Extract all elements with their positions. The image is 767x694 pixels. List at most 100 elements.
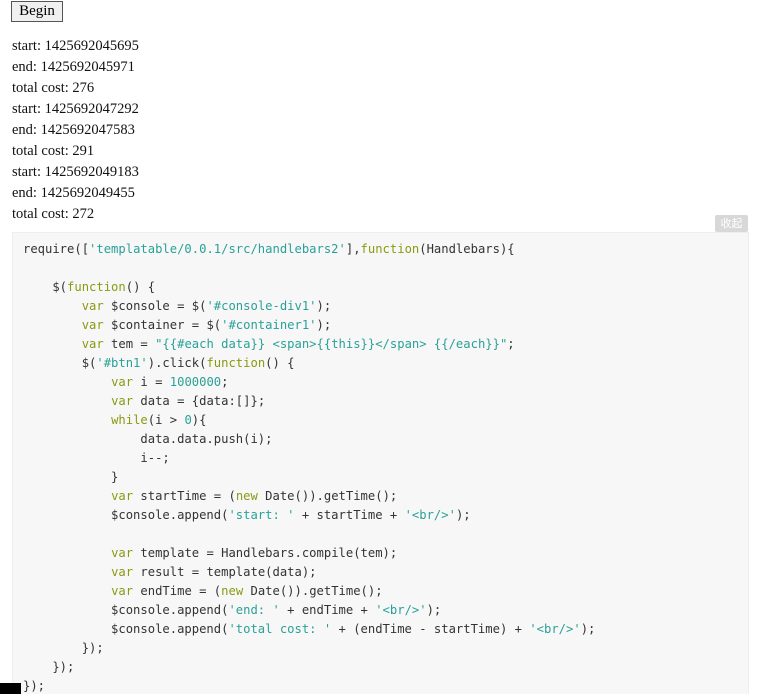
code-token: 1000000 xyxy=(169,375,222,389)
code-token: function xyxy=(360,242,420,256)
code-token: '<br/>' xyxy=(529,622,581,636)
code-token: '<br/>' xyxy=(375,603,427,617)
collapse-button[interactable]: 收起 xyxy=(715,215,748,232)
code-token: function xyxy=(206,356,266,370)
code-token: while xyxy=(111,413,148,427)
code-token: $container = $( xyxy=(103,318,222,332)
code-token: (Handlebars){ xyxy=(419,242,515,256)
console-line: end: 1425692045971 xyxy=(12,59,135,75)
console-line: start: 1425692047292 xyxy=(12,101,139,117)
code-token: "{{#each data}} <span>{{this}}</span> {{… xyxy=(155,337,508,351)
code-token: var xyxy=(81,299,104,313)
code-token: 'start: ' xyxy=(228,508,295,522)
code-token: $console.append( xyxy=(23,622,229,636)
code-token: $console.append( xyxy=(23,508,229,522)
code-token: i = xyxy=(133,375,170,389)
code-token: $( xyxy=(23,280,68,294)
code-token: + (endTime - startTime) + xyxy=(331,622,530,636)
console-line: start: 1425692045695 xyxy=(12,38,139,54)
code-line: $console.append('end: ' + endTime + '<br… xyxy=(23,601,595,620)
code-token: result = template(data); xyxy=(133,565,317,579)
code-line: require(['templatable/0.0.1/src/handleba… xyxy=(23,240,595,259)
code-token: var xyxy=(111,546,134,560)
code-token: Date()).getTime(); xyxy=(243,584,383,598)
console-line: start: 1425692049183 xyxy=(12,164,139,180)
code-token: var xyxy=(111,375,134,389)
code-token: ; xyxy=(221,375,229,389)
code-token: i--; xyxy=(23,451,170,465)
code-token: ); xyxy=(426,603,442,617)
code-token: (i > xyxy=(147,413,185,427)
code-token: 'total cost: ' xyxy=(228,622,332,636)
code-token: ], xyxy=(345,242,361,256)
code-listing: require(['templatable/0.0.1/src/handleba… xyxy=(23,240,595,694)
begin-button[interactable]: Begin xyxy=(11,1,63,22)
code-token: data.data.push(i); xyxy=(23,432,273,446)
code-token: var xyxy=(81,337,104,351)
code-token: data = {data:[]}; xyxy=(133,394,266,408)
corner-mark xyxy=(0,683,21,694)
code-token: ; xyxy=(507,337,515,351)
code-token: }); xyxy=(23,679,46,693)
code-line: var i = 1000000; xyxy=(23,373,595,392)
code-token: new xyxy=(221,584,244,598)
code-line: i--; xyxy=(23,449,595,468)
code-line: $(function() { xyxy=(23,278,595,297)
code-token: '<br/>' xyxy=(404,508,456,522)
code-token: var xyxy=(111,565,134,579)
code-token: $console.append( xyxy=(23,603,229,617)
console-line: total cost: 276 xyxy=(12,80,95,96)
code-line: var $container = $('#container1'); xyxy=(23,316,595,335)
console-line: total cost: 272 xyxy=(12,206,95,222)
code-token: () { xyxy=(125,280,156,294)
code-block: require(['templatable/0.0.1/src/handleba… xyxy=(12,232,749,694)
code-token: $( xyxy=(23,356,97,370)
code-line: var result = template(data); xyxy=(23,563,595,582)
code-line: }); xyxy=(23,677,595,694)
code-line: }); xyxy=(23,658,595,677)
code-token: + endTime + xyxy=(279,603,376,617)
code-line: var template = Handlebars.compile(tem); xyxy=(23,544,595,563)
code-token: ); xyxy=(316,299,332,313)
code-token: var xyxy=(111,584,134,598)
console-line: total cost: 291 xyxy=(12,143,95,159)
console-line: end: 1425692047583 xyxy=(12,122,135,138)
code-token: var xyxy=(111,394,134,408)
code-token: require([ xyxy=(23,242,90,256)
code-line: }); xyxy=(23,639,595,658)
code-line: $('#btn1').click(function() { xyxy=(23,354,595,373)
code-token: ); xyxy=(455,508,471,522)
code-token: 'templatable/0.0.1/src/handlebars2' xyxy=(89,242,346,256)
code-token: new xyxy=(235,489,258,503)
code-token: function xyxy=(67,280,126,294)
code-line: $console.append('start: ' + startTime + … xyxy=(23,506,595,525)
code-line: $console.append('total cost: ' + (endTim… xyxy=(23,620,595,639)
console-line: end: 1425692049455 xyxy=(12,185,135,201)
code-token: ){ xyxy=(191,413,207,427)
code-token: endTime = ( xyxy=(133,584,222,598)
code-line: var endTime = (new Date()).getTime(); xyxy=(23,582,595,601)
code-token: ).click( xyxy=(147,356,207,370)
code-line: while(i > 0){ xyxy=(23,411,595,430)
code-line: var $console = $('#console-div1'); xyxy=(23,297,595,316)
console-output: start: 1425692045695 end: 1425692045971 to… xyxy=(12,36,139,225)
code-token: + startTime + xyxy=(294,508,405,522)
code-token: ); xyxy=(580,622,596,636)
code-line: var tem = "{{#each data}} <span>{{this}}… xyxy=(23,335,595,354)
code-line: data.data.push(i); xyxy=(23,430,595,449)
code-token: } xyxy=(23,470,119,484)
code-token: 'end: ' xyxy=(228,603,280,617)
code-line: } xyxy=(23,468,595,487)
code-token: () { xyxy=(265,356,295,370)
